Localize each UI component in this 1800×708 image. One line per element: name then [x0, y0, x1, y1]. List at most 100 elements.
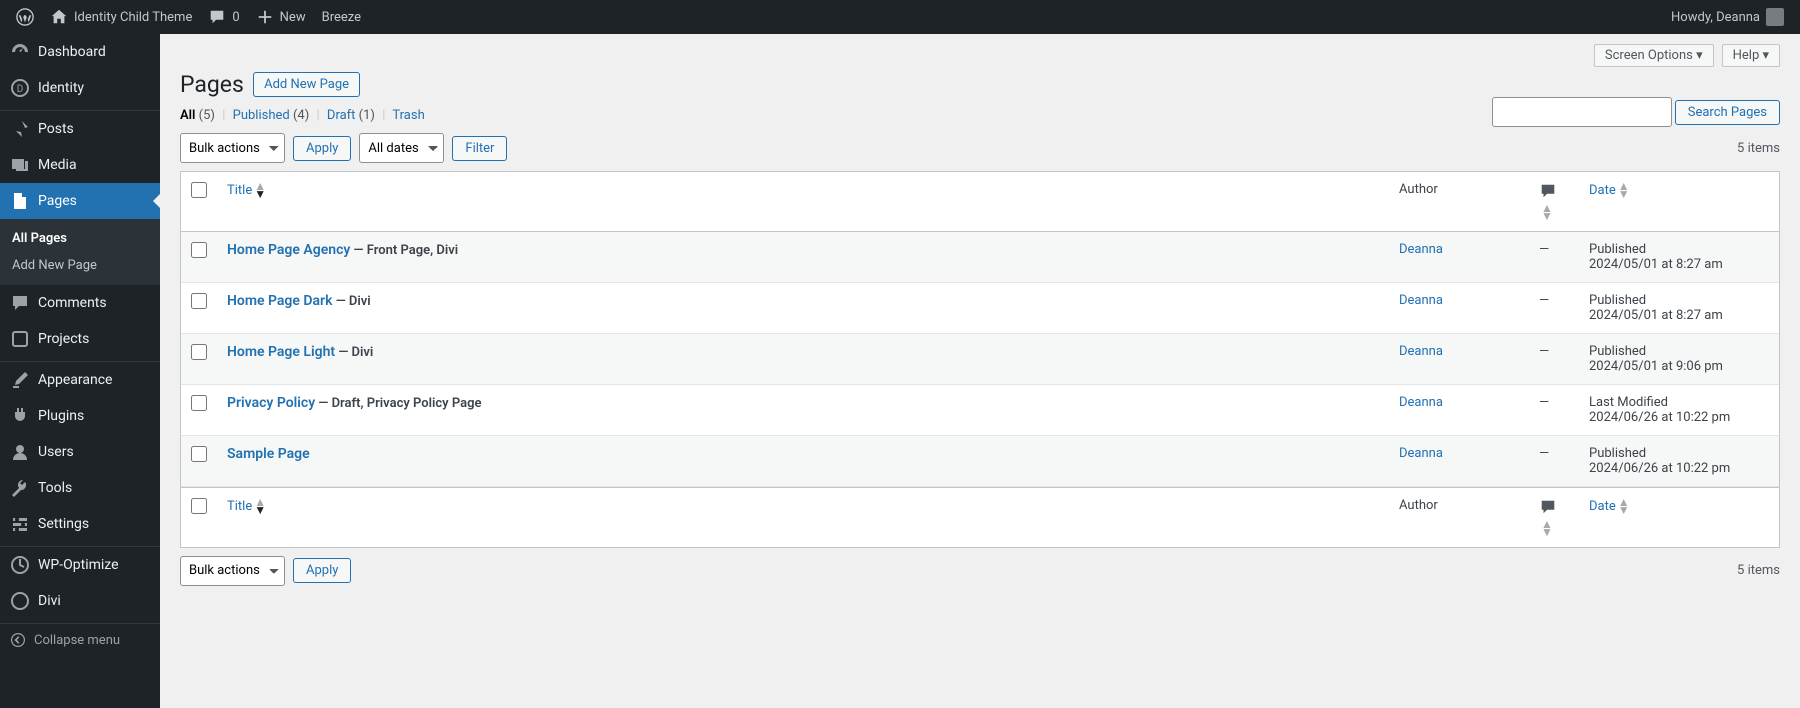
menu-appearance[interactable]: Appearance [0, 362, 160, 398]
sort-icon: ▲▼ [1618, 182, 1630, 199]
menu-projects[interactable]: Projects [0, 321, 160, 357]
table-row: Home Page Agency — Front Page, Divi Deann… [181, 232, 1779, 283]
author-link[interactable]: Deanna [1399, 293, 1443, 308]
post-state: — Front Page, Divi [350, 243, 458, 258]
submenu-add-new[interactable]: Add New Page [0, 252, 160, 279]
author-link[interactable]: Deanna [1399, 242, 1443, 257]
search-input[interactable] [1492, 97, 1672, 127]
author-link[interactable]: Deanna [1399, 395, 1443, 410]
howdy-text: Howdy, Deanna [1671, 10, 1760, 25]
users-icon [10, 442, 30, 462]
date-status: Published [1589, 344, 1646, 359]
row-checkbox[interactable] [191, 446, 207, 462]
row-checkbox[interactable] [191, 242, 207, 258]
menu-users[interactable]: Users [0, 434, 160, 470]
menu-media[interactable]: Media [0, 147, 160, 183]
date-value: 2024/06/26 at 10:22 pm [1589, 461, 1730, 476]
col-comments-footer[interactable]: ▲▼ [1529, 487, 1579, 547]
row-checkbox[interactable] [191, 395, 207, 411]
filter-published[interactable]: Published [233, 108, 290, 123]
menu-pages[interactable]: Pages [0, 183, 160, 219]
comment-icon [10, 293, 30, 313]
date-filter-select[interactable]: All dates [359, 133, 444, 163]
bulk-actions-select-bottom[interactable]: Bulk actions [180, 556, 285, 586]
dashboard-icon [10, 42, 30, 62]
screen-options-button[interactable]: Screen Options [1594, 44, 1714, 67]
filter-button[interactable]: Filter [452, 136, 507, 161]
search-button[interactable]: Search Pages [1675, 100, 1780, 125]
col-author-header: Author [1389, 172, 1529, 232]
menu-plugins[interactable]: Plugins [0, 398, 160, 434]
pin-icon [10, 119, 30, 139]
date-status: Published [1589, 446, 1646, 461]
menu-settings[interactable]: Settings [0, 506, 160, 542]
col-date-header[interactable]: Date▲▼ [1579, 172, 1779, 232]
divi-icon [10, 591, 30, 611]
col-comments-header[interactable]: ▲▼ [1529, 172, 1579, 232]
sort-icon: ▲▼ [1618, 498, 1630, 515]
menu-wp-optimize[interactable]: WP-Optimize [0, 547, 160, 583]
tablenav-top: Bulk actions Apply All dates Filter 5 it… [180, 133, 1780, 163]
date-status: Last Modified [1589, 395, 1668, 410]
filter-trash[interactable]: Trash [392, 108, 424, 123]
pages-table: Title▲▼ Author ▲▼ Date▲▼ Home Page Agenc… [180, 171, 1780, 548]
select-all-bottom[interactable] [191, 498, 207, 514]
filter-all-count: (5) [199, 108, 215, 123]
collapse-menu[interactable]: Collapse menu [0, 624, 160, 656]
account-link[interactable]: Howdy, Deanna [1663, 0, 1792, 34]
main-content: Screen Options Help Pages Add New Page A… [160, 34, 1800, 708]
col-title-header[interactable]: Title▲▼ [217, 172, 1389, 232]
filter-draft[interactable]: Draft [327, 108, 356, 123]
breeze-link[interactable]: Breeze [314, 0, 369, 34]
date-status: Published [1589, 242, 1646, 257]
page-heading: Pages [180, 71, 244, 98]
items-count-top: 5 items [1737, 141, 1780, 156]
wp-logo[interactable] [8, 0, 42, 34]
bulk-apply-top[interactable]: Apply [293, 136, 351, 161]
bulk-actions-select-top[interactable]: Bulk actions [180, 133, 285, 163]
comments-link[interactable]: 0 [200, 0, 247, 34]
optimize-icon [10, 555, 30, 575]
page-title-link[interactable]: Home Page Agency [227, 242, 350, 258]
col-date-footer[interactable]: Date▲▼ [1579, 487, 1779, 547]
post-state: — Divi [332, 294, 370, 309]
admin-bar: Identity Child Theme 0 New Breeze Howdy,… [0, 0, 1800, 34]
page-title-link[interactable]: Home Page Light [227, 344, 335, 360]
sort-icon: ▲▼ [1541, 204, 1553, 221]
new-content-link[interactable]: New [248, 0, 314, 34]
menu-identity[interactable]: DIdentity [0, 70, 160, 106]
settings-icon [10, 514, 30, 534]
avatar [1766, 8, 1784, 26]
help-button[interactable]: Help [1722, 44, 1780, 67]
select-all-top[interactable] [191, 182, 207, 198]
site-name-link[interactable]: Identity Child Theme [42, 0, 200, 34]
date-value: 2024/05/01 at 8:27 am [1589, 308, 1723, 323]
comments-cell: — [1529, 385, 1579, 436]
filter-all[interactable]: All [180, 108, 195, 123]
page-title-link[interactable]: Privacy Policy [227, 395, 315, 411]
page-title-link[interactable]: Home Page Dark [227, 293, 332, 309]
author-link[interactable]: Deanna [1399, 344, 1443, 359]
menu-divi[interactable]: Divi [0, 583, 160, 619]
col-title-footer[interactable]: Title▲▼ [217, 487, 1389, 547]
table-row: Privacy Policy — Draft, Privacy Policy P… [181, 385, 1779, 436]
sort-icon: ▲▼ [1541, 520, 1553, 537]
plus-icon [256, 8, 274, 26]
add-new-page-button[interactable]: Add New Page [253, 72, 360, 97]
bulk-apply-bottom[interactable]: Apply [293, 558, 351, 583]
menu-posts[interactable]: Posts [0, 111, 160, 147]
filter-draft-count: (1) [359, 108, 375, 123]
media-icon [10, 155, 30, 175]
row-checkbox[interactable] [191, 293, 207, 309]
identity-icon: D [10, 78, 30, 98]
menu-tools[interactable]: Tools [0, 470, 160, 506]
brush-icon [10, 370, 30, 390]
page-icon [10, 191, 30, 211]
page-title-link[interactable]: Sample Page [227, 446, 310, 462]
row-checkbox[interactable] [191, 344, 207, 360]
new-label: New [280, 10, 306, 25]
menu-dashboard[interactable]: Dashboard [0, 34, 160, 70]
menu-comments[interactable]: Comments [0, 285, 160, 321]
submenu-all-pages[interactable]: All Pages [0, 225, 160, 252]
author-link[interactable]: Deanna [1399, 446, 1443, 461]
